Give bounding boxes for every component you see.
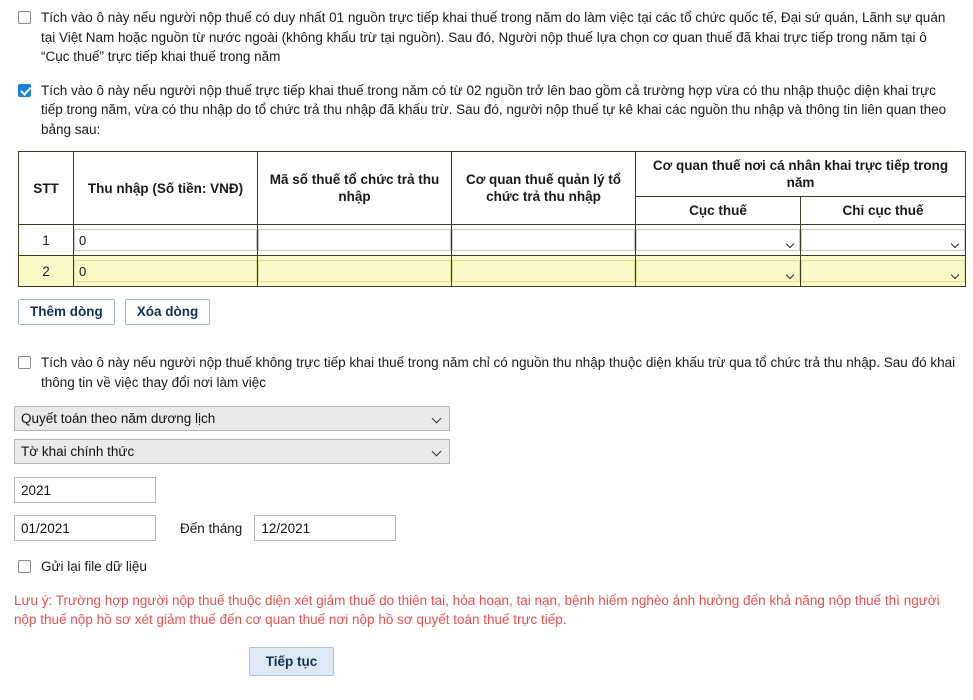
row-2-sub-department-cell xyxy=(800,255,966,287)
row-1-tax-code-input[interactable] xyxy=(258,229,451,251)
resend-file-option[interactable]: Gửi lại file dữ liệu xyxy=(0,541,973,577)
row-2-managing-agency-input[interactable] xyxy=(452,260,635,282)
resend-file-label: Gửi lại file dữ liệu xyxy=(41,559,147,574)
continue-button[interactable]: Tiếp tục xyxy=(248,646,335,676)
row-2-stt: 2 xyxy=(18,255,74,287)
warning-note: Lưu ý: Trường hợp người nộp thuế thuộc d… xyxy=(14,592,940,627)
year-field xyxy=(14,477,973,503)
row-1-tax-code-cell xyxy=(257,224,452,256)
header-tax-code: Mã số thuế tổ chức trả thu nhập xyxy=(257,151,452,225)
table-header: STT Thu nhập (Số tiền: VNĐ) Mã số thuế t… xyxy=(18,151,966,225)
footer-actions: Tiếp tục xyxy=(0,629,973,676)
declaration-type-field: Tờ khai chính thức xyxy=(14,439,450,464)
header-stt: STT xyxy=(18,151,74,225)
row-1-income-cell xyxy=(73,224,258,256)
option-single-source[interactable]: Tích vào ô này nếu người nộp thuế có duy… xyxy=(0,0,973,67)
option-multi-source[interactable]: Tích vào ô này nếu người nộp thuế trực t… xyxy=(0,67,973,140)
option-no-direct-declaration[interactable]: Tích vào ô này nếu người nộp thuế không … xyxy=(0,325,973,392)
header-department: Cục thuế xyxy=(635,196,801,225)
to-month-label: Đến tháng xyxy=(180,520,243,536)
checkbox-resend-file[interactable] xyxy=(18,560,31,573)
settlement-section: Quyết toán theo năm dương lịch Tờ khai c… xyxy=(0,392,973,541)
row-1-income-input[interactable] xyxy=(74,229,257,251)
add-row-button[interactable]: Thêm dòng xyxy=(18,299,115,325)
checkbox-no-direct-declaration[interactable] xyxy=(18,356,31,369)
row-action-buttons: Thêm dòng Xóa dòng xyxy=(0,287,973,325)
row-1-managing-agency-input[interactable] xyxy=(452,229,635,251)
header-sub-department: Chi cục thuế xyxy=(800,196,966,225)
year-input[interactable] xyxy=(14,477,156,503)
header-managing-agency: Cơ quan thuế quản lý tổ chức trả thu nhậ… xyxy=(451,151,636,225)
month-range-field: Đến tháng xyxy=(14,515,973,541)
tax-declaration-form: Tích vào ô này nếu người nộp thuế có duy… xyxy=(0,0,973,676)
table-row: 2 xyxy=(18,255,966,287)
option-multi-source-label: Tích vào ô này nếu người nộp thuế trực t… xyxy=(41,82,947,137)
period-type-select[interactable]: Quyết toán theo năm dương lịch xyxy=(14,406,450,431)
declaration-type-select[interactable]: Tờ khai chính thức xyxy=(14,439,450,464)
header-direct-agency-group: Cơ quan thuế nơi cá nhân khai trực tiếp … xyxy=(635,151,966,197)
table-row: 1 xyxy=(18,224,966,256)
row-1-managing-agency-cell xyxy=(451,224,636,256)
row-2-department-cell xyxy=(635,255,801,287)
checkbox-multi-source[interactable] xyxy=(18,83,31,97)
row-1-stt: 1 xyxy=(18,224,74,256)
row-2-managing-agency-cell xyxy=(451,255,636,287)
to-month-input[interactable] xyxy=(254,515,397,541)
row-1-sub-department-cell xyxy=(800,224,966,256)
option-no-direct-declaration-label: Tích vào ô này nếu người nộp thuế không … xyxy=(41,355,956,390)
chevron-down-icon xyxy=(801,229,965,251)
row-2-department-select[interactable] xyxy=(636,260,800,282)
chevron-down-icon xyxy=(636,260,800,282)
period-type-field: Quyết toán theo năm dương lịch xyxy=(14,406,450,431)
income-table-container: STT Thu nhập (Số tiền: VNĐ) Mã số thuế t… xyxy=(0,139,973,287)
checkbox-single-source[interactable] xyxy=(18,11,31,24)
row-1-department-select[interactable] xyxy=(636,229,800,251)
from-month-input[interactable] xyxy=(14,515,156,541)
row-1-sub-department-select[interactable] xyxy=(801,229,965,251)
row-2-tax-code-input[interactable] xyxy=(258,260,451,282)
table-header-row-1: STT Thu nhập (Số tiền: VNĐ) Mã số thuế t… xyxy=(18,151,966,225)
chevron-down-icon xyxy=(801,260,965,282)
chevron-down-icon xyxy=(636,229,800,251)
delete-row-button[interactable]: Xóa dòng xyxy=(124,299,211,325)
header-income: Thu nhập (Số tiền: VNĐ) xyxy=(73,151,258,225)
row-2-sub-department-select[interactable] xyxy=(801,260,965,282)
row-2-income-input[interactable] xyxy=(74,260,257,282)
table-body: 1 0 2 0 xyxy=(18,224,966,287)
row-1-department-cell xyxy=(635,224,801,256)
row-2-tax-code-cell xyxy=(257,255,452,287)
row-2-income-cell xyxy=(73,255,258,287)
option-single-source-label: Tích vào ô này nếu người nộp thuế có duy… xyxy=(41,10,946,64)
income-sources-table: STT Thu nhập (Số tiền: VNĐ) Mã số thuế t… xyxy=(18,151,966,287)
